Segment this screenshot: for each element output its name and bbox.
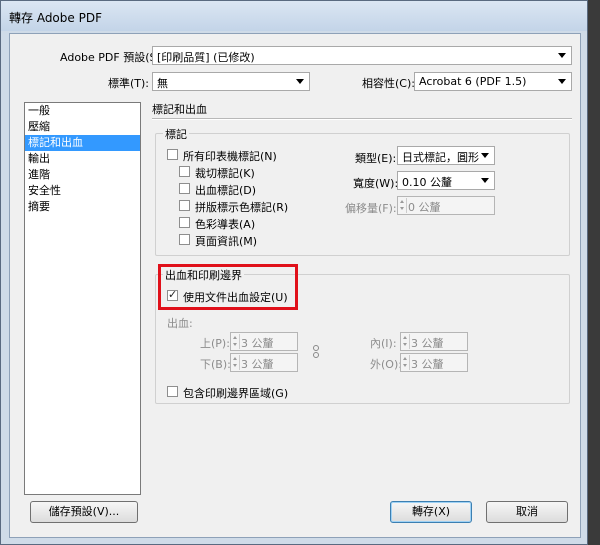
stepper-arrows-icon[interactable] — [402, 355, 410, 370]
checkbox-box[interactable] — [179, 200, 190, 211]
highlight-annotation — [158, 264, 298, 310]
sidebar-item-advanced[interactable]: 進階 — [25, 167, 140, 183]
chevron-down-icon — [481, 178, 489, 183]
mark-weight-select[interactable]: 0.10 公釐 — [397, 171, 495, 190]
bleed-bottom-label: 下(B): — [200, 358, 231, 371]
mark-weight-label: 寬度(W): — [353, 177, 399, 190]
mark-type-value: 日式標記，圓形 — [402, 151, 479, 164]
section-title: 標記和出血 — [152, 103, 207, 116]
standard-select[interactable]: 無 — [152, 72, 310, 91]
title-bar[interactable]: 轉存 Adobe PDF — [1, 1, 587, 31]
section-divider — [152, 118, 572, 120]
sidebar-item-security[interactable]: 安全性 — [25, 183, 140, 199]
registration-marks-label: 拼版標示色標記(R) — [195, 201, 289, 214]
save-preset-button[interactable]: 儲存預設(V)... — [30, 501, 138, 523]
compat-label: 相容性(C): — [362, 77, 415, 90]
mark-type-select[interactable]: 日式標記，圓形 — [397, 146, 495, 165]
bleed-marks-label: 出血標記(D) — [195, 184, 257, 197]
bleed-outside-field[interactable]: 3 公釐 — [400, 353, 468, 372]
mark-offset-field[interactable]: 0 公釐 — [397, 196, 495, 215]
stepper-arrows-icon[interactable] — [232, 355, 240, 370]
all-printer-marks-label: 所有印表機標記(N) — [183, 150, 277, 163]
cancel-button[interactable]: 取消 — [486, 501, 568, 523]
bleed-outside-value: 3 公釐 — [411, 358, 444, 371]
mark-offset-label: 偏移量(F): — [345, 202, 397, 215]
checkbox-box[interactable] — [179, 183, 190, 194]
preset-select[interactable]: [印刷品質] (已修改) — [152, 46, 572, 65]
bleed-top-label: 上(P): — [200, 337, 230, 350]
sidebar-item-summary[interactable]: 摘要 — [25, 199, 140, 215]
checkbox-box[interactable] — [167, 149, 178, 160]
checkbox-box[interactable] — [179, 217, 190, 228]
bleed-inside-field[interactable]: 3 公釐 — [400, 332, 468, 351]
desktop-background — [588, 0, 600, 545]
checkbox-box[interactable] — [179, 166, 190, 177]
export-pdf-dialog: 轉存 Adobe PDF Adobe PDF 預設(S): [印刷品質] (已修… — [0, 0, 588, 545]
preset-value: [印刷品質] (已修改) — [157, 51, 255, 64]
standard-label: 標準(T): — [108, 77, 150, 90]
bleed-top-value: 3 公釐 — [241, 337, 274, 350]
mark-type-label: 類型(E): — [355, 152, 397, 165]
bleed-inside-value: 3 公釐 — [411, 337, 444, 350]
sidebar-item-output[interactable]: 輸出 — [25, 151, 140, 167]
bleed-label: 出血: — [167, 317, 193, 330]
standard-value: 無 — [157, 77, 168, 90]
sidebar-item-compression[interactable]: 壓縮 — [25, 119, 140, 135]
preset-label: Adobe PDF 預設(S): — [60, 51, 165, 64]
link-chain-icon[interactable] — [313, 345, 319, 359]
bleed-top-field[interactable]: 3 公釐 — [230, 332, 298, 351]
compat-select[interactable]: Acrobat 6 (PDF 1.5) — [414, 72, 572, 91]
export-button[interactable]: 轉存(X) — [390, 501, 472, 523]
crop-marks-label: 裁切標記(K) — [195, 167, 255, 180]
stepper-arrows-icon[interactable] — [402, 334, 410, 349]
sidebar-item-general[interactable]: 一般 — [25, 103, 140, 119]
bleed-inside-label: 內(I): — [370, 337, 397, 350]
bleed-bottom-field[interactable]: 3 公釐 — [230, 353, 298, 372]
checkbox-box[interactable] — [179, 234, 190, 245]
compat-value: Acrobat 6 (PDF 1.5) — [419, 75, 527, 88]
include-slug-label: 包含印刷邊界區域(G) — [183, 387, 289, 400]
chevron-down-icon — [558, 53, 566, 58]
chevron-down-icon — [481, 153, 489, 158]
bleed-outside-label: 外(O): — [370, 358, 402, 371]
stepper-arrows-icon[interactable] — [232, 334, 240, 349]
stepper-arrows-icon[interactable] — [399, 198, 407, 213]
checkbox-box[interactable] — [167, 386, 178, 397]
sidebar-item-marks-and-bleeds[interactable]: 標記和出血 — [25, 135, 140, 151]
chevron-down-icon — [558, 79, 566, 84]
chevron-down-icon — [296, 79, 304, 84]
bleed-bottom-value: 3 公釐 — [241, 358, 274, 371]
dialog-body: Adobe PDF 預設(S): [印刷品質] (已修改) 標準(T): 無 相… — [9, 33, 581, 538]
mark-offset-value: 0 公釐 — [408, 201, 441, 214]
color-bars-label: 色彩導表(A) — [195, 218, 256, 231]
window-title: 轉存 Adobe PDF — [9, 11, 102, 25]
mark-weight-value: 0.10 公釐 — [402, 176, 452, 189]
category-list[interactable]: 一般 壓縮 標記和出血 輸出 進階 安全性 摘要 — [24, 102, 141, 495]
page-info-label: 頁面資訊(M) — [195, 235, 258, 248]
marks-group-title: 標記 — [163, 126, 189, 142]
